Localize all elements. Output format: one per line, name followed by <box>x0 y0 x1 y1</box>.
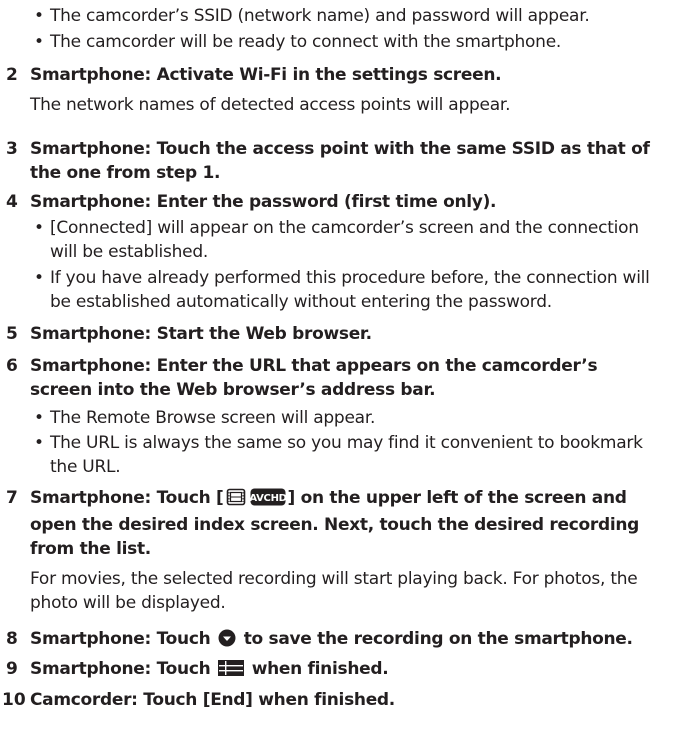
step-title: Smartphone: Start the Web browser. <box>30 324 372 344</box>
movie-index-icon <box>226 488 246 513</box>
step-note: For movies, the selected recording will … <box>30 569 638 613</box>
bullet-dot: • <box>34 433 44 453</box>
bullet-dot: • <box>34 32 44 52</box>
step-title: Smartphone: Touch the access point with … <box>30 139 650 183</box>
step-number: 2 <box>6 65 18 85</box>
step-title: Smartphone: Touch when finished. <box>30 657 654 684</box>
manual-page: • The camcorder’s SSID (network name) an… <box>0 0 674 735</box>
step-number: 5 <box>6 324 18 344</box>
bullet-dot: • <box>34 268 44 288</box>
list-item: • [Connected] will appear on the camcord… <box>34 218 639 262</box>
step-title: Smartphone: Touch to save the recording … <box>30 627 654 654</box>
step-title: Camcorder: Touch [End] when finished. <box>30 690 395 710</box>
step-title: Smartphone: Enter the password (first ti… <box>30 192 497 212</box>
step-number: 3 <box>6 139 18 159</box>
step-number: 4 <box>6 192 18 212</box>
list-item: • The URL is always the same so you may … <box>34 433 643 477</box>
bullet-dot: • <box>34 6 44 26</box>
step-title: Smartphone: Activate Wi-Fi in the settin… <box>30 65 502 85</box>
list-menu-icon <box>218 659 245 684</box>
list-item: • If you have already performed this pro… <box>34 268 650 312</box>
bullet-dot: • <box>34 408 44 428</box>
step-number: 10 <box>2 690 26 710</box>
list-item: • The camcorder will be ready to connect… <box>34 32 562 52</box>
save-download-icon <box>218 629 236 654</box>
list-item: • The camcorder’s SSID (network name) an… <box>34 6 590 26</box>
svg-text:AVCHD: AVCHD <box>250 493 286 504</box>
step-title: Smartphone: Enter the URL that appears o… <box>30 356 598 400</box>
step-title: Smartphone: Touch [AVCHD] on the upper l… <box>30 488 640 559</box>
bullet-dot: • <box>34 218 44 238</box>
step-number: 7 <box>6 488 18 508</box>
step-number: 9 <box>6 659 18 679</box>
list-item: • The Remote Browse screen will appear. <box>34 408 376 428</box>
step-note: The network names of detected access poi… <box>30 95 511 115</box>
step-number: 8 <box>6 629 18 649</box>
step-number: 6 <box>6 356 18 376</box>
avchd-icon: AVCHD <box>249 488 286 513</box>
